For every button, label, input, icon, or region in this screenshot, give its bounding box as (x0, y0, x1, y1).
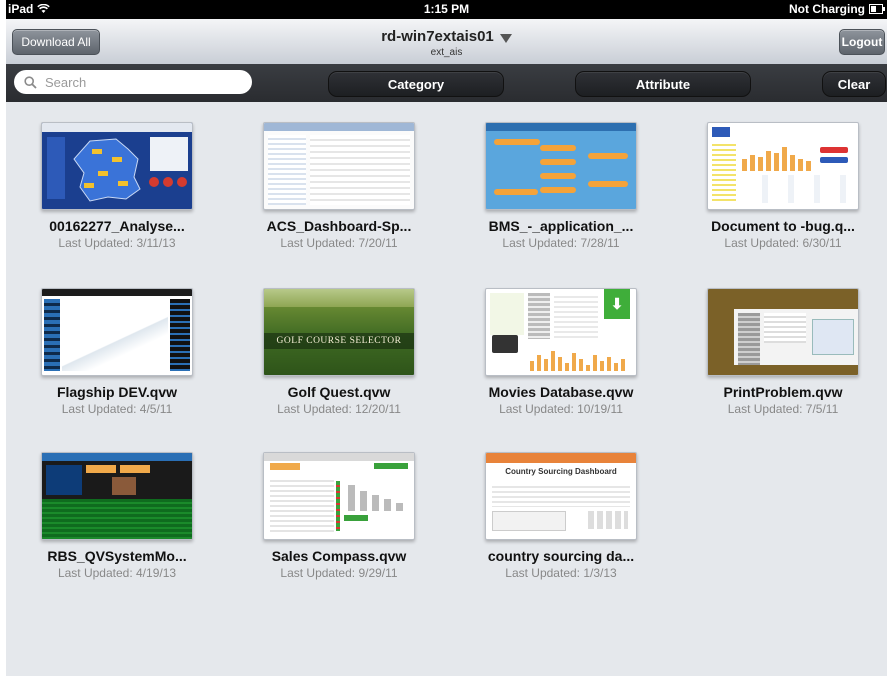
document-tile[interactable]: 00162277_Analyse... Last Updated: 3/11/1… (6, 122, 228, 250)
document-tile[interactable]: BMS_-_application_... Last Updated: 7/28… (450, 122, 672, 250)
document-updated: Last Updated: 7/5/11 (727, 402, 839, 416)
document-updated: Last Updated: 3/11/13 (58, 236, 176, 250)
document-name: Sales Compass.qvw (271, 548, 407, 564)
status-right: Not Charging (789, 2, 885, 16)
document-thumbnail[interactable]: GOLF COURSE SELECTOR (263, 288, 415, 376)
document-tile[interactable]: ACS_Dashboard-Sp... Last Updated: 7/20/1… (228, 122, 450, 250)
server-selector[interactable]: rd-win7extais01 ext_ais (6, 28, 887, 58)
document-thumbnail[interactable] (263, 452, 415, 540)
document-updated: Last Updated: 7/28/11 (502, 236, 620, 250)
document-thumbnail[interactable]: ⬇ (485, 288, 637, 376)
document-name: Document to -bug.q... (711, 218, 855, 234)
document-name: Flagship DEV.qvw (56, 384, 178, 400)
document-thumbnail[interactable] (707, 288, 859, 376)
app-frame: iPad 1:15 PM Not Charging Download All r… (6, 0, 887, 676)
document-thumbnail[interactable] (41, 288, 193, 376)
document-name: 00162277_Analyse... (49, 218, 185, 234)
attribute-button[interactable]: Attribute (575, 71, 751, 97)
server-subtitle: ext_ais (430, 47, 463, 58)
thumb-text: GOLF COURSE SELECTOR (264, 333, 414, 349)
filter-bar: Category Attribute Clear (6, 64, 887, 102)
document-tile[interactable]: Country Sourcing Dashboard country sourc… (450, 452, 672, 580)
document-updated: Last Updated: 12/20/11 (277, 402, 401, 416)
server-title: rd-win7extais01 (381, 28, 494, 45)
document-thumbnail[interactable] (707, 122, 859, 210)
document-tile[interactable]: PrintProblem.qvw Last Updated: 7/5/11 (672, 288, 887, 416)
document-tile[interactable]: Sales Compass.qvw Last Updated: 9/29/11 (228, 452, 450, 580)
document-thumbnail[interactable] (485, 122, 637, 210)
clear-button[interactable]: Clear (822, 71, 886, 97)
document-updated: Last Updated: 10/19/11 (499, 402, 623, 416)
search-icon (24, 75, 37, 89)
document-name: RBS_QVSystemMo... (47, 548, 187, 564)
document-tile[interactable]: GOLF COURSE SELECTOR Golf Quest.qvw Last… (228, 288, 450, 416)
document-updated: Last Updated: 4/5/11 (61, 402, 173, 416)
document-name: ACS_Dashboard-Sp... (266, 218, 412, 234)
search-input[interactable] (43, 73, 227, 91)
battery-status: Not Charging (789, 2, 865, 16)
nav-bar: Download All rd-win7extais01 ext_ais Log… (6, 19, 887, 65)
document-name: Movies Database.qvw (488, 384, 634, 400)
logout-button[interactable]: Logout (839, 29, 885, 55)
document-updated: Last Updated: 9/29/11 (280, 566, 398, 580)
status-bar: iPad 1:15 PM Not Charging (6, 0, 887, 19)
document-tile[interactable]: Flagship DEV.qvw Last Updated: 4/5/11 (6, 288, 228, 416)
battery-icon (869, 4, 885, 14)
document-thumbnail[interactable] (41, 452, 193, 540)
document-tile[interactable]: RBS_QVSystemMo... Last Updated: 4/19/13 (6, 452, 228, 580)
category-button[interactable]: Category (328, 71, 504, 97)
document-name: BMS_-_application_... (488, 218, 634, 234)
document-tile[interactable]: Document to -bug.q... Last Updated: 6/30… (672, 122, 887, 250)
document-thumbnail[interactable] (263, 122, 415, 210)
document-updated: Last Updated: 7/20/11 (280, 236, 398, 250)
document-name: Golf Quest.qvw (287, 384, 391, 400)
document-updated: Last Updated: 6/30/11 (724, 236, 842, 250)
document-name: country sourcing da... (487, 548, 635, 564)
status-time: 1:15 PM (423, 2, 470, 16)
dropdown-caret-icon (499, 33, 512, 43)
document-thumbnail[interactable] (41, 122, 193, 210)
document-updated: Last Updated: 4/19/13 (57, 566, 177, 580)
search-field[interactable] (14, 70, 252, 94)
document-name: PrintProblem.qvw (723, 384, 843, 400)
document-thumbnail[interactable]: Country Sourcing Dashboard (485, 452, 637, 540)
thumb-text: Country Sourcing Dashboard (505, 467, 617, 476)
document-tile[interactable]: ⬇ Movies Database.qvw Last Updated: 10/1… (450, 288, 672, 416)
document-updated: Last Updated: 1/3/13 (505, 566, 617, 580)
download-badge-icon[interactable]: ⬇ (604, 289, 630, 319)
